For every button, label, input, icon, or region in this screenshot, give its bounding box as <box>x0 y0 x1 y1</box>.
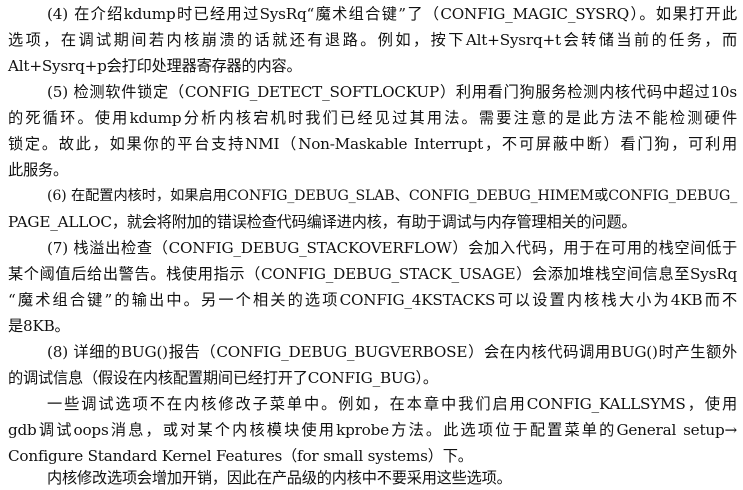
text-line-6: 锁定。故此，如果你的平台支持NMI（Non-Maskable Interrupt… <box>8 135 737 153</box>
text-line-7: 此服务。 <box>8 161 68 179</box>
document-page: (4) 在介绍kdump时已经用过SysRq“魔术组合键”了（CONFIG_MA… <box>0 0 743 488</box>
text-line-10: (7) 栈溢出检查（CONFIG_DEBUG_STACKOVERFLOW）会加入… <box>47 239 737 257</box>
text-line-16: 一些调试选项不在内核修改子菜单中。例如，在本章中我们启用CONFIG_KALLS… <box>47 395 737 413</box>
text-line-17: gdb调试oops消息，或对某个内核模块使用kprobe方法。此选项位于配置菜单… <box>8 421 737 439</box>
text-line-4: (5) 检测软件锁定（CONFIG_DETECT_SOFTLOCKUP）利用看门… <box>47 83 737 101</box>
text-line-12: “魔术组合键”的输出中。另一个相关的选项CONFIG_4KSTACKS可以设置内… <box>8 291 737 309</box>
text-line-14: (8) 详细的BUG()报告（CONFIG_DEBUG_BUGVERBOSE）会… <box>47 343 737 361</box>
text-line-2: 选项，在调试期间若内核崩溃的话就还有退路。例如，按下Alt+Sysrq+t会转储… <box>8 31 737 49</box>
text-line-8: (6) 在配置内核时，如果启用CONFIG_DEBUG_SLAB、CONFIG_… <box>47 188 737 204</box>
text-line-13: 是8KB。 <box>8 317 70 335</box>
text-line-18: Configure Standard Kernel Features（for s… <box>8 447 473 465</box>
text-line-3: Alt+Sysrq+p会打印处理器寄存器的内容。 <box>8 57 302 75</box>
text-line-19: 内核修改选项会增加开销，因此在产品级的内核中不要采用这些选项。 <box>47 469 512 487</box>
text-line-1: (4) 在介绍kdump时已经用过SysRq“魔术组合键”了（CONFIG_MA… <box>47 5 737 23</box>
text-line-9: PAGE_ALLOC，就会将附加的错误检查代码编译进内核，有助于调试与内存管理相… <box>8 213 637 231</box>
text-line-15: 的调试信息（假设在内核配置期间已经打开了CONFIG_BUG）。 <box>8 369 438 387</box>
text-line-5: 的死循环。使用kdump分析内核宕机时我们已经见过其用法。需要注意的是此方法不能… <box>8 109 737 127</box>
text-line-11: 某个阈值后给出警告。栈使用指示（CONFIG_DEBUG_STACK_USAGE… <box>8 265 737 283</box>
